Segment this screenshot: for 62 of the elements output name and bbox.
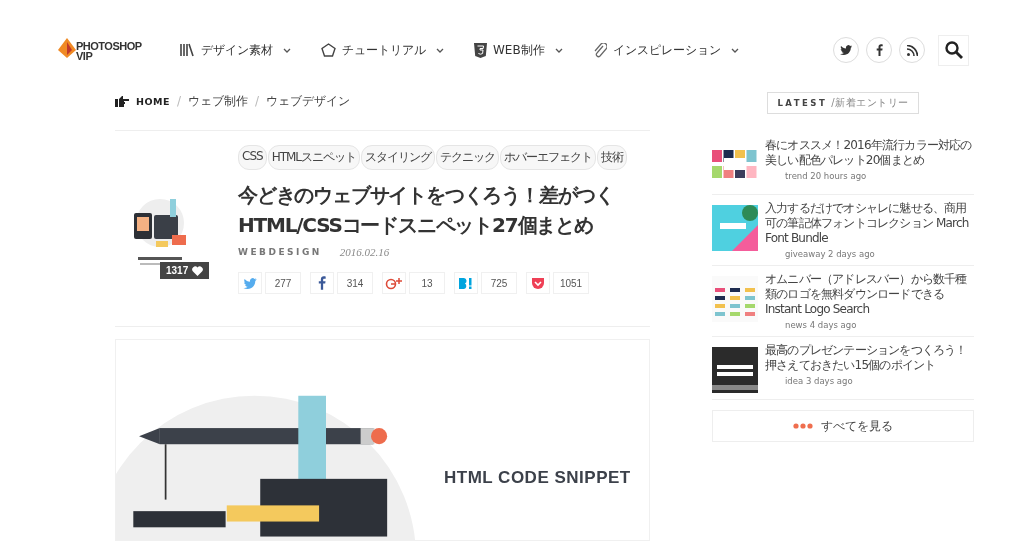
search-button[interactable]: [938, 34, 969, 66]
share-count: 13: [409, 272, 445, 294]
pointing-hand-icon: [115, 95, 129, 107]
entry-meta: idea 3 days ago: [785, 376, 854, 386]
bird-icon: [243, 277, 257, 289]
site-logo[interactable]: PHOTOSHOP VIP: [58, 38, 158, 62]
share-count: 1051: [553, 272, 589, 294]
share-count: 725: [481, 272, 517, 294]
nav-menu-item[interactable]: WEB制作: [474, 41, 563, 59]
chevron-down-icon: [436, 47, 444, 53]
tag-chip[interactable]: HTMLスニペット: [267, 145, 361, 170]
entry-title-link[interactable]: オムニバー（アドレスバー）から数千種類のロゴを無料ダウンロードできる Instant Logo Search: [765, 272, 974, 317]
shield-icon: [474, 42, 487, 58]
tag-chip[interactable]: スタイリング: [361, 145, 436, 170]
hero-caption: HTML CODE SNIPPET: [444, 468, 631, 488]
chevron-down-icon: [283, 47, 291, 53]
view-all-button[interactable]: すべてを見る: [712, 410, 974, 442]
tag-chip[interactable]: 技術: [597, 145, 628, 170]
article-title: 今どきのウェブサイトをつくろう！差がつくHTML/CSSコードスニペット27個まとめ: [238, 182, 615, 239]
entry-meta: giveaway 2 days ago: [785, 249, 876, 259]
entry-title-link[interactable]: 最高のプレゼンテーションをつくろう！押さえておきたい15個のポイント: [765, 343, 974, 373]
bird-icon: [840, 45, 852, 55]
entry-meta: trend 20 hours ago: [785, 171, 868, 181]
chevron-down-icon: [554, 47, 563, 53]
share-count: 277: [265, 272, 301, 294]
chevron-down-icon: [730, 47, 739, 53]
like-count[interactable]: 1317: [160, 262, 210, 279]
paperclip-icon: [592, 42, 607, 58]
nav-menu-item[interactable]: インスピレーション: [592, 41, 739, 59]
tag-chip[interactable]: ホバーエフェクト: [500, 145, 597, 170]
search-icon: [944, 41, 963, 59]
books-icon: [180, 43, 195, 57]
tag-chip[interactable]: CSS: [238, 145, 267, 170]
breadcrumb-separator: /: [177, 94, 182, 108]
pentagon-icon: [321, 43, 336, 57]
facebook-icon: [875, 44, 883, 56]
entry-title-link[interactable]: 入力するだけでオシャレに魅せる、商用可の筆記体フォントコレクション March Font Bundle: [765, 201, 974, 246]
b-exclamation-icon: [458, 276, 474, 290]
share-count: 314: [337, 272, 373, 294]
breadcrumb-link[interactable]: ウェブ制作: [188, 92, 249, 110]
tag-chip[interactable]: テクニック: [436, 145, 500, 170]
g-plus-icon: [385, 276, 403, 290]
breadcrumb-link[interactable]: ウェブデザイン: [266, 92, 351, 110]
entry-title-link[interactable]: 春にオススメ！2016年流行カラー対応の美しい配色パレット20個まとめ: [765, 138, 974, 168]
nav-menu-item[interactable]: デザイン素材: [180, 41, 291, 59]
category-label[interactable]: WEBDESIGN: [238, 247, 322, 257]
heart-icon: [192, 265, 204, 276]
pocket-share-button[interactable]: [526, 272, 550, 294]
breadcrumb-separator: /: [255, 94, 260, 108]
heading-subtitle: /新着エントリー: [831, 96, 909, 110]
heading-text: LATEST: [777, 98, 828, 108]
pocket-icon: [531, 276, 545, 290]
post-date: 2016.02.16: [339, 246, 390, 258]
nav-menu-item[interactable]: チュートリアル: [321, 41, 444, 59]
rss-icon: [906, 44, 918, 56]
plus-share-button[interactable]: [382, 272, 406, 294]
bookmark-share-button[interactable]: [454, 272, 478, 294]
dots-icon: [793, 423, 813, 429]
facebook-icon: [318, 276, 326, 290]
facebook-share-button[interactable]: [310, 272, 334, 294]
entry-meta: news 4 days ago: [785, 320, 858, 330]
breadcrumb-link[interactable]: HOME: [136, 95, 170, 107]
